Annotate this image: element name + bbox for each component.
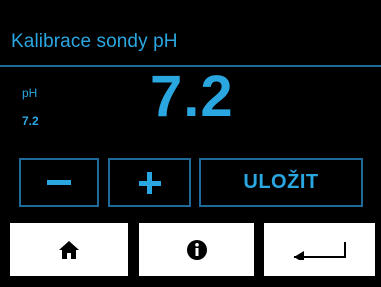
home-icon	[58, 240, 80, 260]
back-button[interactable]	[264, 223, 375, 276]
plus-icon	[138, 171, 161, 194]
return-arrow-icon	[292, 240, 348, 260]
set-value-display: 7.2	[150, 64, 234, 129]
screen-title: Kalibrace sondy pH	[11, 31, 178, 52]
current-value-small: 7.2	[22, 114, 39, 128]
increase-button[interactable]	[108, 158, 191, 207]
decrease-button[interactable]	[19, 158, 99, 207]
info-icon	[186, 239, 208, 261]
home-button[interactable]	[10, 223, 128, 276]
save-button-label: ULOŽIT	[243, 171, 319, 193]
calibration-screen: Kalibrace sondy pH pH 7.2 7.2 ULOŽIT	[0, 0, 381, 287]
save-button[interactable]: ULOŽIT	[199, 158, 363, 207]
parameter-label: pH	[22, 86, 38, 100]
info-button[interactable]	[139, 223, 254, 276]
minus-icon	[47, 180, 71, 185]
